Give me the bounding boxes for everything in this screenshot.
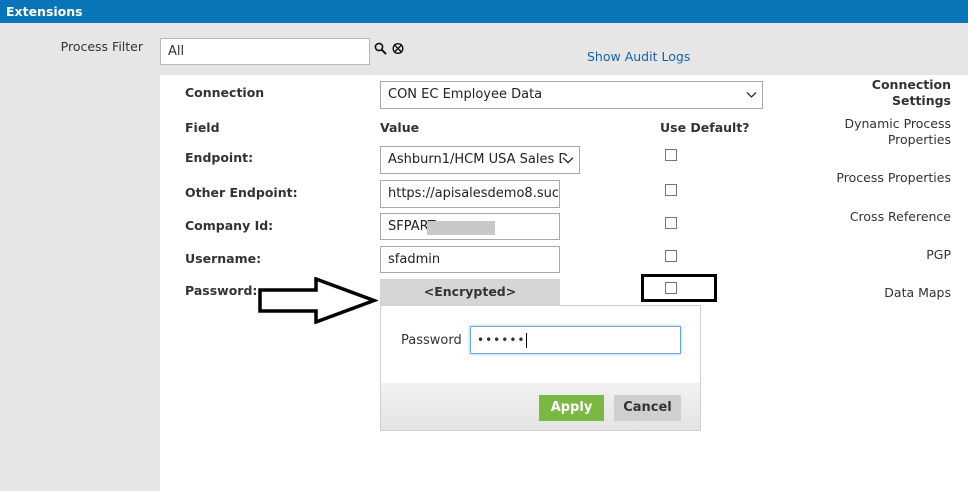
popup-password-value: •••••• bbox=[477, 333, 526, 347]
sidebar bbox=[0, 75, 160, 491]
endpoint-use-default-checkbox[interactable] bbox=[665, 149, 677, 161]
nav-connection-settings[interactable]: Connection Settings bbox=[811, 77, 951, 109]
search-icon[interactable] bbox=[374, 42, 387, 55]
nav-dynamic-process-properties[interactable]: Dynamic Process Properties bbox=[811, 116, 951, 148]
company-id-input[interactable]: SFPART bbox=[380, 213, 560, 240]
chevron-down-icon bbox=[746, 92, 757, 98]
endpoint-select[interactable]: Ashburn1/HCM USA Sales D bbox=[380, 146, 580, 174]
chevron-down-icon bbox=[562, 156, 574, 165]
arrow-annotation-icon bbox=[258, 277, 378, 324]
popup-password-input[interactable]: •••••• bbox=[470, 326, 681, 354]
process-filter-label: Process Filter bbox=[60, 39, 143, 54]
connection-label: Connection bbox=[185, 85, 265, 100]
window-title: Extensions bbox=[0, 0, 968, 23]
company-id-use-default-checkbox[interactable] bbox=[665, 217, 677, 229]
value-column-header: Value bbox=[380, 120, 420, 135]
company-id-label: Company Id: bbox=[185, 218, 274, 233]
filter-bar bbox=[0, 23, 968, 75]
username-use-default-checkbox[interactable] bbox=[665, 250, 677, 262]
apply-button[interactable]: Apply bbox=[539, 395, 604, 421]
show-audit-logs-link[interactable]: Show Audit Logs bbox=[587, 49, 690, 64]
password-label: Password: bbox=[185, 283, 258, 298]
nav-pgp[interactable]: PGP bbox=[811, 247, 951, 263]
endpoint-label: Endpoint: bbox=[185, 150, 254, 165]
encrypted-password-button[interactable]: <Encrypted> bbox=[380, 279, 560, 305]
password-popup: Password •••••• Apply Cancel bbox=[380, 305, 701, 431]
text-cursor bbox=[526, 333, 528, 348]
process-filter-input[interactable]: All bbox=[160, 38, 370, 65]
connection-select-value: CON EC Employee Data bbox=[388, 87, 543, 102]
use-default-column-header: Use Default? bbox=[660, 120, 750, 135]
popup-password-label: Password bbox=[401, 333, 462, 348]
clear-filter-icon[interactable] bbox=[391, 42, 405, 55]
username-label: Username: bbox=[185, 251, 262, 266]
nav-process-properties[interactable]: Process Properties bbox=[811, 170, 951, 186]
cancel-button[interactable]: Cancel bbox=[614, 395, 681, 421]
field-column-header: Field bbox=[185, 120, 220, 135]
username-input[interactable]: sfadmin bbox=[380, 246, 560, 273]
highlight-box bbox=[641, 274, 717, 302]
nav-cross-reference[interactable]: Cross Reference bbox=[811, 209, 951, 225]
redaction-block bbox=[427, 221, 495, 235]
endpoint-select-value: Ashburn1/HCM USA Sales D bbox=[388, 152, 569, 167]
connection-select[interactable]: CON EC Employee Data bbox=[380, 81, 763, 109]
other-endpoint-label: Other Endpoint: bbox=[185, 185, 298, 200]
other-endpoint-input[interactable]: https://apisalesdemo8.succe bbox=[380, 180, 560, 208]
nav-data-maps[interactable]: Data Maps bbox=[811, 285, 951, 301]
other-endpoint-use-default-checkbox[interactable] bbox=[665, 184, 677, 196]
